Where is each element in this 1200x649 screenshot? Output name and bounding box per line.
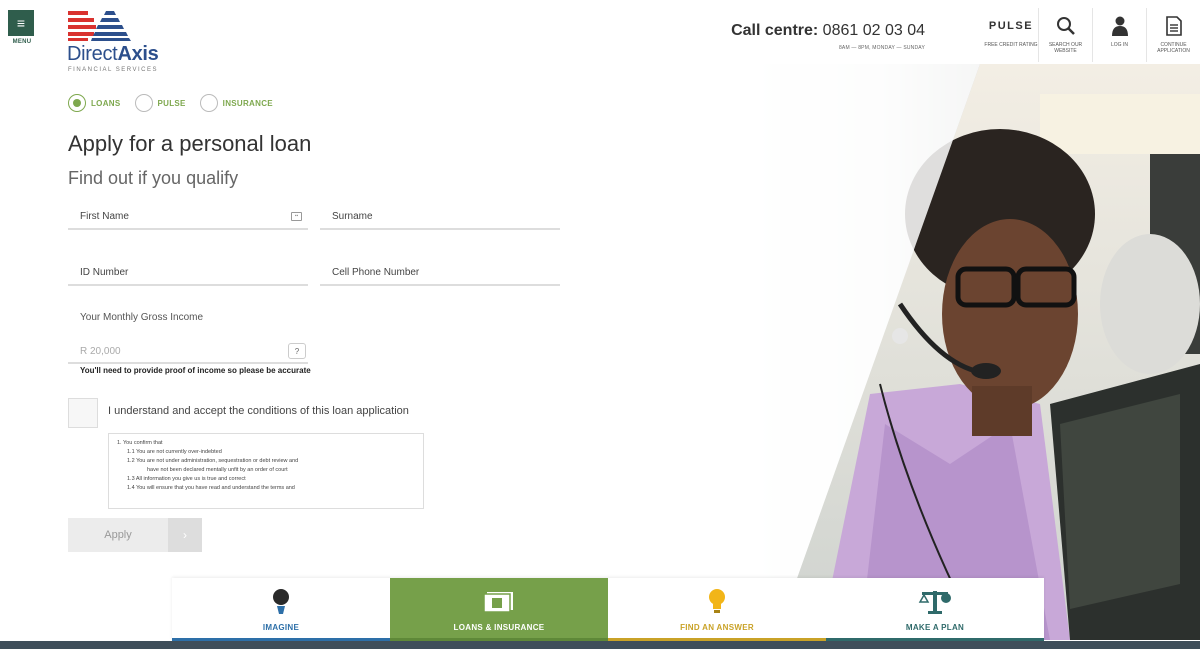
pulse-label: FREE CREDIT RATING: [984, 42, 1038, 48]
bottom-nav: IMAGINE LOANS & INSURANCE FIND AN ANSWER…: [172, 578, 1044, 641]
help-button[interactable]: ?: [288, 343, 306, 359]
logo-name: DirectAxis: [67, 43, 159, 65]
page-subtitle: Find out if you qualify: [68, 168, 239, 188]
footer-bar: [0, 641, 1200, 649]
apply-button[interactable]: Apply ›: [68, 518, 202, 552]
accept-label: I understand and accept the conditions o…: [108, 405, 409, 417]
radio-circle: [134, 94, 153, 112]
radio-insurance[interactable]: INSURANCE: [199, 94, 273, 112]
terms-box[interactable]: 1. You confirm that 1.1 You are not curr…: [108, 433, 424, 509]
continue-application-button[interactable]: CONTINUE APPLICATION: [1146, 8, 1200, 62]
income-placeholder: R 20,000: [80, 345, 121, 357]
document-icon: [1147, 14, 1200, 38]
lightbulb-icon: [608, 586, 826, 616]
cell-phone-label: Cell Phone Number: [332, 266, 420, 278]
balloon-icon: [172, 586, 390, 616]
terms-line: have not been declared mentally unfit by…: [147, 467, 288, 473]
id-number-label: ID Number: [80, 266, 129, 278]
bottom-nav-find-answer-label: FIND AN ANSWER: [680, 623, 754, 632]
scales-icon: [826, 586, 1044, 616]
search-icon: [1039, 14, 1092, 38]
first-name-field[interactable]: First Name ▪▪: [68, 204, 308, 230]
call-centre-number: 0861 02 03 04: [822, 22, 925, 39]
user-icon: [1093, 14, 1146, 38]
logo-mark-icon: [68, 11, 131, 41]
contact-card-icon: ▪▪: [291, 212, 302, 221]
arrow-right-icon: ›: [168, 518, 202, 552]
page-title: Apply for a personal loan: [68, 131, 312, 156]
first-name-label: First Name: [80, 210, 129, 222]
terms-line: 1.4 You will ensure that you have read a…: [127, 485, 295, 491]
top-nav: PULSE FREE CREDIT RATING SEARCH OUR WEBS…: [984, 8, 1200, 62]
money-icon: [390, 586, 608, 616]
terms-line: 1.3 All information you give us is true …: [127, 476, 246, 482]
bottom-nav-loans-label: LOANS & INSURANCE: [453, 623, 545, 632]
apply-label: Apply: [68, 518, 168, 552]
bottom-nav-make-plan[interactable]: MAKE A PLAN: [826, 578, 1044, 641]
login-label: LOG IN: [1111, 42, 1128, 48]
income-input[interactable]: R 20,000 ?: [68, 340, 308, 364]
bottom-nav-make-plan-label: MAKE A PLAN: [905, 623, 965, 632]
menu-label: MENU: [12, 39, 32, 45]
login-button[interactable]: LOG IN: [1092, 8, 1146, 62]
search-button[interactable]: SEARCH OUR WEBSITE: [1038, 8, 1092, 62]
hamburger-icon: ≡: [8, 10, 34, 36]
bottom-nav-imagine-label: IMAGINE: [262, 623, 300, 632]
pulse-title: PULSE: [988, 20, 1034, 32]
bottom-nav-imagine[interactable]: IMAGINE: [172, 578, 390, 641]
id-number-field[interactable]: ID Number: [68, 260, 308, 286]
continue-application-label: CONTINUE APPLICATION: [1157, 42, 1190, 54]
radio-circle: [68, 94, 86, 112]
terms-line: 1.1 You are not currently over-indebted: [127, 449, 222, 455]
call-centre-label: Call centre:: [731, 22, 819, 39]
radio-circle: [199, 94, 218, 112]
terms-line: 1. You confirm that: [117, 440, 163, 446]
surname-label: Surname: [332, 210, 373, 222]
pulse-button[interactable]: PULSE FREE CREDIT RATING: [984, 8, 1038, 62]
radio-loans-label: LOANS: [91, 98, 121, 108]
cell-phone-field[interactable]: Cell Phone Number: [320, 260, 560, 286]
radio-pulse[interactable]: PULSE: [134, 94, 186, 112]
logo[interactable]: DirectAxis FINANCIAL SERVICES: [67, 10, 187, 73]
call-centre[interactable]: Call centre: 0861 02 03 04 8AM — 8PM, MO…: [731, 22, 925, 51]
menu-button[interactable]: ≡ MENU: [8, 10, 36, 50]
terms-line: 1.2 You are not under administration, se…: [127, 458, 299, 464]
accept-checkbox[interactable]: [68, 398, 98, 428]
logo-subtitle: FINANCIAL SERVICES: [68, 67, 159, 73]
surname-field[interactable]: Surname: [320, 204, 560, 230]
bottom-nav-find-answer[interactable]: FIND AN ANSWER: [608, 578, 826, 641]
income-label: Your Monthly Gross Income: [80, 312, 204, 323]
radio-loans[interactable]: LOANS: [68, 94, 121, 112]
radio-insurance-label: INSURANCE: [222, 98, 273, 108]
call-centre-hours: 8AM — 8PM, MONDAY — SUNDAY: [838, 45, 925, 51]
bottom-nav-loans[interactable]: LOANS & INSURANCE: [390, 578, 608, 641]
income-note: You'll need to provide proof of income s…: [80, 366, 311, 375]
radio-pulse-label: PULSE: [157, 98, 186, 108]
product-radio-group: LOANS PULSE INSURANCE: [68, 94, 273, 112]
hero-image: [710, 64, 1200, 640]
search-label: SEARCH OUR WEBSITE: [1048, 42, 1083, 54]
